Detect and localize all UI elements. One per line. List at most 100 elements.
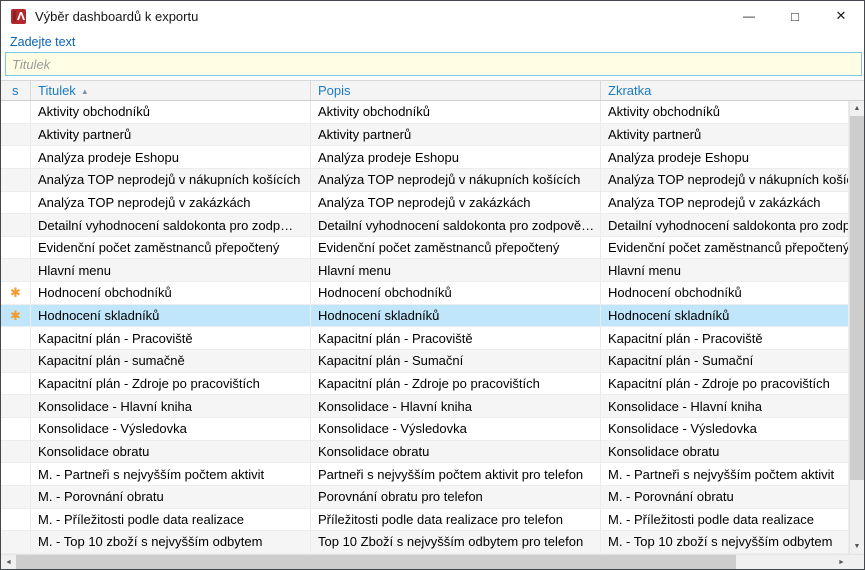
status-cell <box>1 124 31 146</box>
status-cell <box>1 418 31 440</box>
right-arrow-icon: ► <box>838 559 845 566</box>
status-cell <box>1 373 31 395</box>
cell-popis: Porovnání obratu pro telefon <box>311 486 601 508</box>
cell-titulek: Hodnocení skladníků <box>31 305 311 327</box>
table-row[interactable]: Evidenční počet zaměstnanců přepočtenýEv… <box>1 237 849 260</box>
app-icon <box>10 8 27 25</box>
column-header-s[interactable]: s <box>1 81 31 100</box>
status-cell <box>1 395 31 417</box>
cell-titulek: Konsolidace - Výsledovka <box>31 418 311 440</box>
column-header-titulek-label: Titulek <box>38 83 76 98</box>
favorite-star-icon: ✱ <box>1 305 31 327</box>
table-row[interactable]: Konsolidace obratuKonsolidace obratuKons… <box>1 441 849 464</box>
close-button[interactable]: ✕ <box>818 1 864 31</box>
cell-zkratka: Kapacitní plán - Sumační <box>601 350 849 372</box>
cell-popis: Analýza TOP neprodejů v nákupních košící… <box>311 169 601 191</box>
cell-titulek: Aktivity obchodníků <box>31 101 311 123</box>
status-cell <box>1 259 31 281</box>
cell-popis: Aktivity obchodníků <box>311 101 601 123</box>
cell-zkratka: Aktivity partnerů <box>601 124 849 146</box>
horizontal-scrollbar-row: ◄ ► <box>1 554 864 569</box>
status-cell <box>1 509 31 531</box>
scroll-left-button[interactable]: ◄ <box>1 555 16 569</box>
cell-popis: Aktivity partnerů <box>311 124 601 146</box>
table-row[interactable]: M. - Příležitosti podle data realizacePř… <box>1 509 849 532</box>
cell-titulek: Evidenční počet zaměstnanců přepočtený <box>31 237 311 259</box>
cell-popis: Příležitosti podle data realizace pro te… <box>311 509 601 531</box>
cell-zkratka: M. - Top 10 zboží s nejvyšším odbytem <box>601 531 849 553</box>
horizontal-scroll-thumb[interactable] <box>16 555 736 569</box>
cell-popis: Evidenční počet zaměstnanců přepočtený <box>311 237 601 259</box>
cell-zkratka: Kapacitní plán - Zdroje po pracovištích <box>601 373 849 395</box>
down-arrow-icon: ▼ <box>854 543 861 550</box>
table-row[interactable]: ✱Hodnocení obchodníkůHodnocení obchodník… <box>1 282 849 305</box>
cell-popis: Kapacitní plán - Pracoviště <box>311 327 601 349</box>
vertical-scrollbar[interactable]: ▲ ▼ <box>849 101 864 554</box>
status-cell <box>1 463 31 485</box>
cell-popis: Konsolidace obratu <box>311 441 601 463</box>
close-icon: ✕ <box>836 8 847 24</box>
status-cell <box>1 101 31 123</box>
table-row[interactable]: M. - Porovnání obratuPorovnání obratu pr… <box>1 486 849 509</box>
cell-titulek: Aktivity partnerů <box>31 124 311 146</box>
table-row[interactable]: M. - Top 10 zboží s nejvyšším odbytemTop… <box>1 531 849 554</box>
column-header-popis[interactable]: Popis <box>311 81 601 100</box>
filter-input[interactable] <box>5 52 862 76</box>
minimize-button[interactable]: — <box>726 1 772 31</box>
column-header-popis-label: Popis <box>318 83 351 98</box>
table-row[interactable]: Analýza TOP neprodejů v zakázkáchAnalýza… <box>1 192 849 215</box>
table-row[interactable]: Kapacitní plán - Zdroje po pracovištíchK… <box>1 373 849 396</box>
cell-zkratka: M. - Partneři s nejvyšším počtem aktivit <box>601 463 849 485</box>
left-arrow-icon: ◄ <box>5 559 12 566</box>
cell-zkratka: M. - Porovnání obratu <box>601 486 849 508</box>
cell-titulek: M. - Partneři s nejvyšším počtem aktivit <box>31 463 311 485</box>
cell-popis: Kapacitní plán - Zdroje po pracovištích <box>311 373 601 395</box>
status-cell <box>1 237 31 259</box>
table-row[interactable]: Hlavní menuHlavní menuHlavní menu <box>1 259 849 282</box>
horizontal-scrollbar[interactable]: ◄ ► <box>1 555 849 569</box>
cell-popis: Analýza TOP neprodejů v zakázkách <box>311 192 601 214</box>
cell-popis: Analýza prodeje Eshopu <box>311 146 601 168</box>
cell-zkratka: Analýza prodeje Eshopu <box>601 146 849 168</box>
table-row[interactable]: Aktivity partnerůAktivity partnerůAktivi… <box>1 124 849 147</box>
table-row[interactable]: ✱Hodnocení skladníkůHodnocení skladníkůH… <box>1 305 849 328</box>
table-row[interactable]: M. - Partneři s nejvyšším počtem aktivit… <box>1 463 849 486</box>
table-row[interactable]: Detailní vyhodnocení saldokonta pro zodp… <box>1 214 849 237</box>
cell-zkratka: Kapacitní plán - Pracoviště <box>601 327 849 349</box>
vertical-scroll-thumb[interactable] <box>850 116 864 480</box>
window-title: Výběr dashboardů k exportu <box>35 9 198 24</box>
table-row[interactable]: Kapacitní plán - PracovištěKapacitní plá… <box>1 327 849 350</box>
table-row[interactable]: Analýza TOP neprodejů v nákupních košící… <box>1 169 849 192</box>
status-cell <box>1 486 31 508</box>
cell-zkratka: Detailní vyhodnocení saldokonta pro zodp… <box>601 214 849 236</box>
maximize-button[interactable]: □ <box>772 1 818 31</box>
scroll-up-button[interactable]: ▲ <box>850 101 864 116</box>
horizontal-scroll-track[interactable] <box>16 555 834 569</box>
cell-popis: Konsolidace - Hlavní kniha <box>311 395 601 417</box>
column-header-zkratka-label: Zkratka <box>608 83 651 98</box>
cell-popis: Hodnocení skladníků <box>311 305 601 327</box>
status-cell <box>1 214 31 236</box>
scroll-right-button[interactable]: ► <box>834 555 849 569</box>
table-row[interactable]: Aktivity obchodníkůAktivity obchodníkůAk… <box>1 101 849 124</box>
table-row[interactable]: Analýza prodeje EshopuAnalýza prodeje Es… <box>1 146 849 169</box>
dialog-window: Výběr dashboardů k exportu — □ ✕ Zadejte… <box>0 0 865 570</box>
cell-titulek: Konsolidace obratu <box>31 441 311 463</box>
cell-titulek: Kapacitní plán - Zdroje po pracovištích <box>31 373 311 395</box>
table-row[interactable]: Kapacitní plán - sumačněKapacitní plán -… <box>1 350 849 373</box>
status-cell <box>1 441 31 463</box>
column-header-zkratka[interactable]: Zkratka <box>601 81 864 100</box>
cell-titulek: Hlavní menu <box>31 259 311 281</box>
dashboard-grid: s Titulek ▲ Popis Zkratka Aktivity obcho… <box>1 80 864 569</box>
vertical-scroll-track[interactable] <box>850 116 864 539</box>
cell-zkratka: Analýza TOP neprodejů v zakázkách <box>601 192 849 214</box>
column-header-titulek[interactable]: Titulek ▲ <box>31 81 311 100</box>
cell-popis: Hlavní menu <box>311 259 601 281</box>
cell-titulek: M. - Porovnání obratu <box>31 486 311 508</box>
titlebar[interactable]: Výběr dashboardů k exportu — □ ✕ <box>1 1 864 31</box>
table-row[interactable]: Konsolidace - VýsledovkaKonsolidace - Vý… <box>1 418 849 441</box>
table-row[interactable]: Konsolidace - Hlavní knihaKonsolidace - … <box>1 395 849 418</box>
cell-zkratka: Aktivity obchodníků <box>601 101 849 123</box>
status-cell <box>1 192 31 214</box>
scroll-down-button[interactable]: ▼ <box>850 539 864 554</box>
